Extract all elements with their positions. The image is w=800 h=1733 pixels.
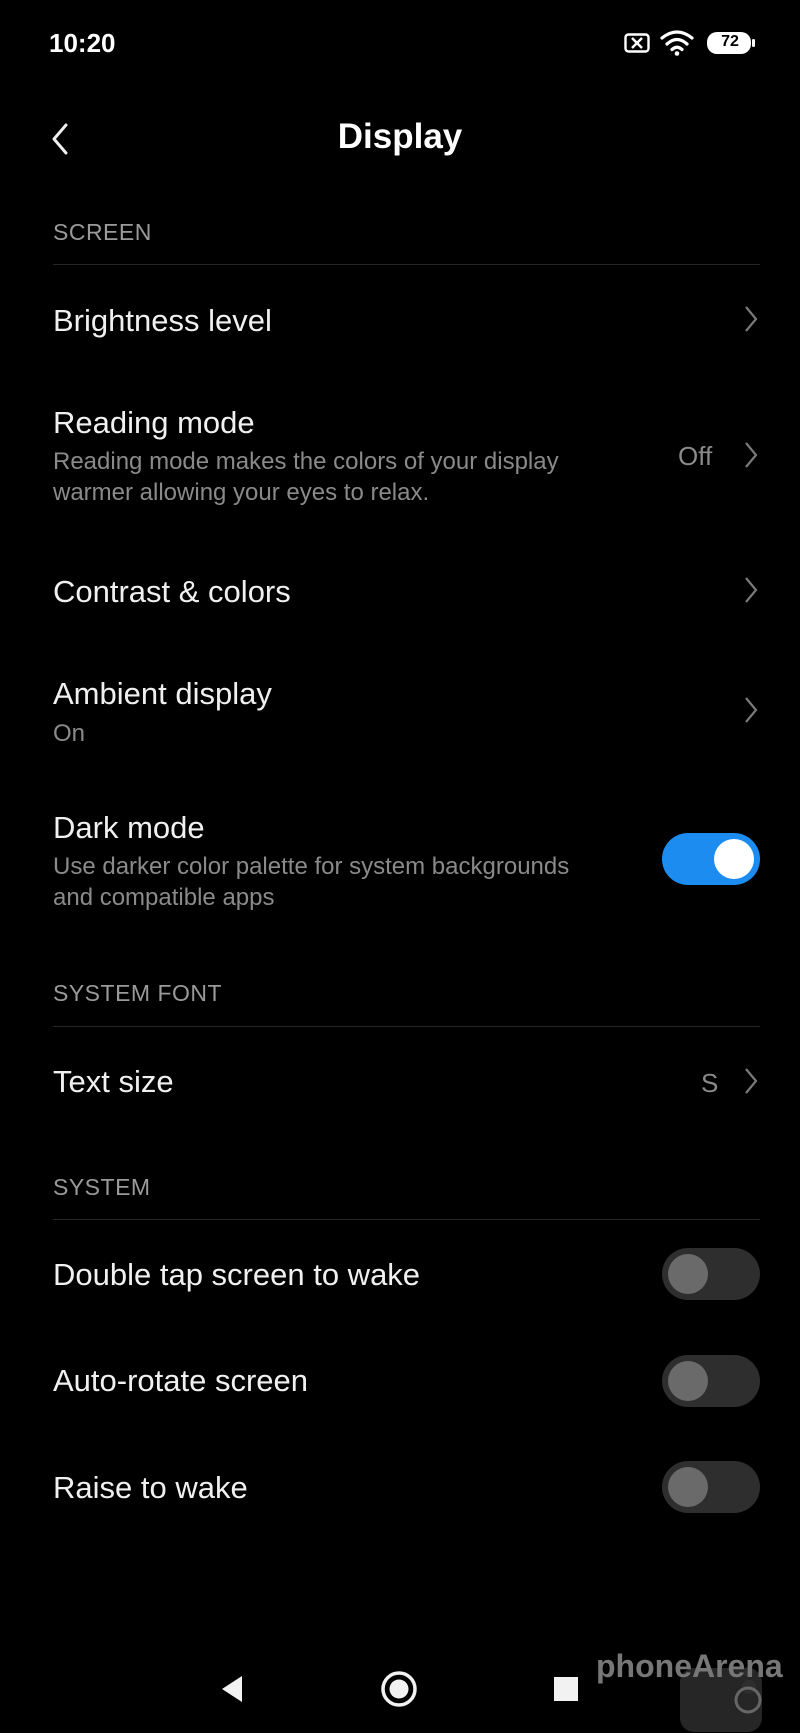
row-title: Ambient display: [53, 676, 272, 711]
divider: [53, 1026, 760, 1027]
row-title: Raise to wake: [53, 1470, 248, 1505]
section-header-screen: SCREEN: [53, 219, 152, 245]
row-title: Reading mode: [53, 405, 255, 440]
toggle-knob: [714, 839, 754, 879]
row-title: Contrast & colors: [53, 574, 291, 609]
section-header-system-font: SYSTEM FONT: [53, 980, 223, 1006]
divider: [53, 264, 760, 265]
nav-home-icon[interactable]: [380, 1670, 418, 1708]
row-subtitle: Reading mode makes the colors of your di…: [53, 448, 559, 475]
row-value: S: [701, 1068, 719, 1098]
toggle-knob: [668, 1361, 708, 1401]
row-title: Brightness level: [53, 303, 272, 338]
section-header-system: SYSTEM: [53, 1174, 151, 1200]
chevron-right-icon: [745, 442, 758, 468]
row-title: Dark mode: [53, 810, 205, 845]
battery-level: 72: [721, 33, 739, 50]
dark-mode-toggle[interactable]: [662, 833, 760, 885]
divider: [53, 1219, 760, 1220]
status-time: 10:20: [49, 28, 116, 58]
row-title: Auto-rotate screen: [53, 1363, 309, 1398]
row-title: Text size: [53, 1064, 174, 1099]
nav-back-icon[interactable]: [218, 1674, 246, 1704]
nav-recents-icon[interactable]: [554, 1677, 578, 1701]
toggle-knob: [668, 1254, 708, 1294]
chevron-right-icon: [745, 1068, 758, 1094]
status-bar: 10:20 72: [0, 0, 800, 90]
auto-rotate-toggle[interactable]: [662, 1355, 760, 1407]
row-subtitle: warmer allowing your eyes to relax.: [53, 479, 430, 506]
row-title: Double tap screen to wake: [53, 1257, 421, 1292]
chevron-right-icon: [745, 697, 758, 723]
wifi-icon: [660, 30, 694, 56]
row-value: Off: [678, 441, 713, 471]
watermark-text: phoneArena: [596, 1648, 783, 1684]
page-title: Display: [337, 117, 463, 156]
chevron-right-icon: [745, 577, 758, 603]
sim-blocked-icon: [624, 33, 650, 53]
raise-to-wake-toggle[interactable]: [662, 1461, 760, 1513]
row-subtitle: and compatible apps: [53, 884, 275, 911]
row-subtitle: On: [53, 720, 86, 747]
toggle-knob: [668, 1467, 708, 1507]
row-subtitle: Use darker color palette for system back…: [53, 853, 570, 880]
double-tap-toggle[interactable]: [662, 1248, 760, 1300]
chevron-right-icon: [745, 306, 758, 332]
